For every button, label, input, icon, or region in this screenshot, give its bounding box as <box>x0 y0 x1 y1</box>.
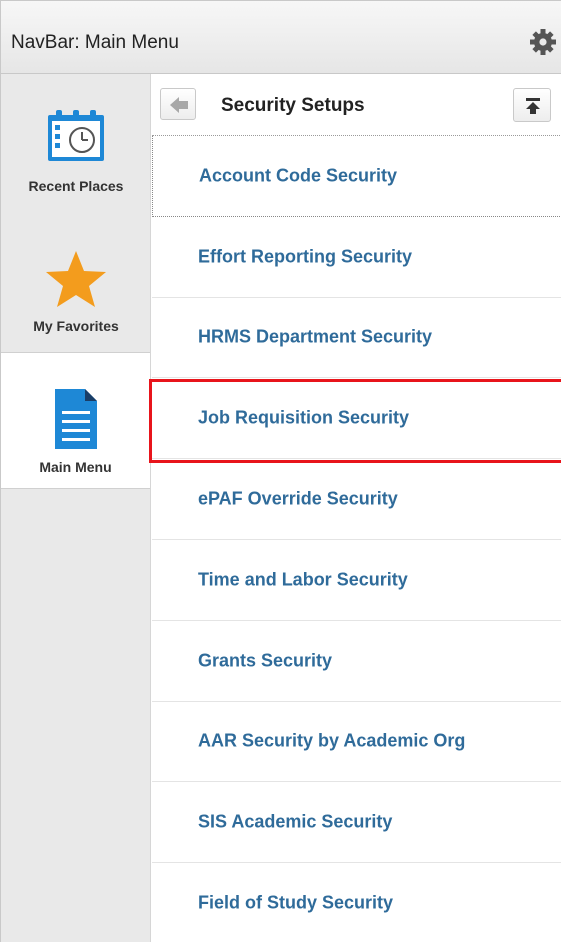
menu-item-epaf-override-security[interactable]: ePAF Override Security <box>152 459 561 540</box>
menu-item-label: Field of Study Security <box>198 892 394 913</box>
header-title: NavBar: Main Menu <box>11 32 179 53</box>
menu-item-grants-security[interactable]: Grants Security <box>152 621 561 702</box>
left-navigation: Recent Places My Favorites Main Menu <box>1 74 151 942</box>
menu-item-label: Time and Labor Security <box>198 569 408 590</box>
document-icon <box>53 387 99 456</box>
security-setups-list: Account Code Security Effort Reporting S… <box>149 136 561 942</box>
menu-item-aar-security-by-academic-org[interactable]: AAR Security by Academic Org <box>152 702 561 783</box>
menu-item-job-requisition-security[interactable]: Job Requisition Security <box>149 378 561 464</box>
menu-item-effort-reporting-security[interactable]: Effort Reporting Security <box>152 217 561 298</box>
menu-item-label: ePAF Override Security <box>198 488 398 509</box>
panel-header: Security Setups <box>152 74 561 136</box>
scroll-to-top-button[interactable] <box>513 88 551 122</box>
nav-item-my-favorites[interactable]: My Favorites <box>1 214 151 352</box>
menu-panel: Security Setups Account Code Security Ef… <box>149 74 561 942</box>
menu-item-label: SIS Academic Security <box>198 811 393 832</box>
nav-label-main-menu: Main Menu <box>39 459 112 475</box>
app-window: NavBar: Main Menu Recent Places My Favor… <box>0 0 561 942</box>
menu-item-label: Account Code Security <box>199 165 398 186</box>
menu-item-label: Job Requisition Security <box>198 407 410 428</box>
menu-item-label: Grants Security <box>198 650 333 671</box>
nav-label-my-favorites: My Favorites <box>33 318 119 334</box>
menu-item-field-of-study-security[interactable]: Field of Study Security <box>152 863 561 942</box>
menu-item-label: Effort Reporting Security <box>198 246 413 267</box>
star-icon <box>45 250 107 313</box>
scroll-top-icon <box>525 98 541 119</box>
back-button[interactable] <box>160 88 196 120</box>
nav-item-recent-places[interactable]: Recent Places <box>1 74 151 214</box>
panel-title: Security Setups <box>221 95 365 116</box>
menu-item-label: HRMS Department Security <box>198 326 433 347</box>
menu-item-hrms-department-security[interactable]: HRMS Department Security <box>152 298 561 379</box>
back-arrow-icon <box>170 97 188 118</box>
menu-item-sis-academic-security[interactable]: SIS Academic Security <box>152 782 561 864</box>
menu-item-label: AAR Security by Academic Org <box>198 730 466 751</box>
menu-item-account-code-security[interactable]: Account Code Security <box>152 136 561 217</box>
gear-icon[interactable] <box>529 29 559 55</box>
navbar-header: NavBar: Main Menu <box>1 1 561 74</box>
nav-item-main-menu[interactable]: Main Menu <box>1 352 150 489</box>
nav-label-recent-places: Recent Places <box>28 178 124 194</box>
menu-item-time-and-labor-security[interactable]: Time and Labor Security <box>152 540 561 621</box>
calendar-clock-icon <box>46 109 106 168</box>
